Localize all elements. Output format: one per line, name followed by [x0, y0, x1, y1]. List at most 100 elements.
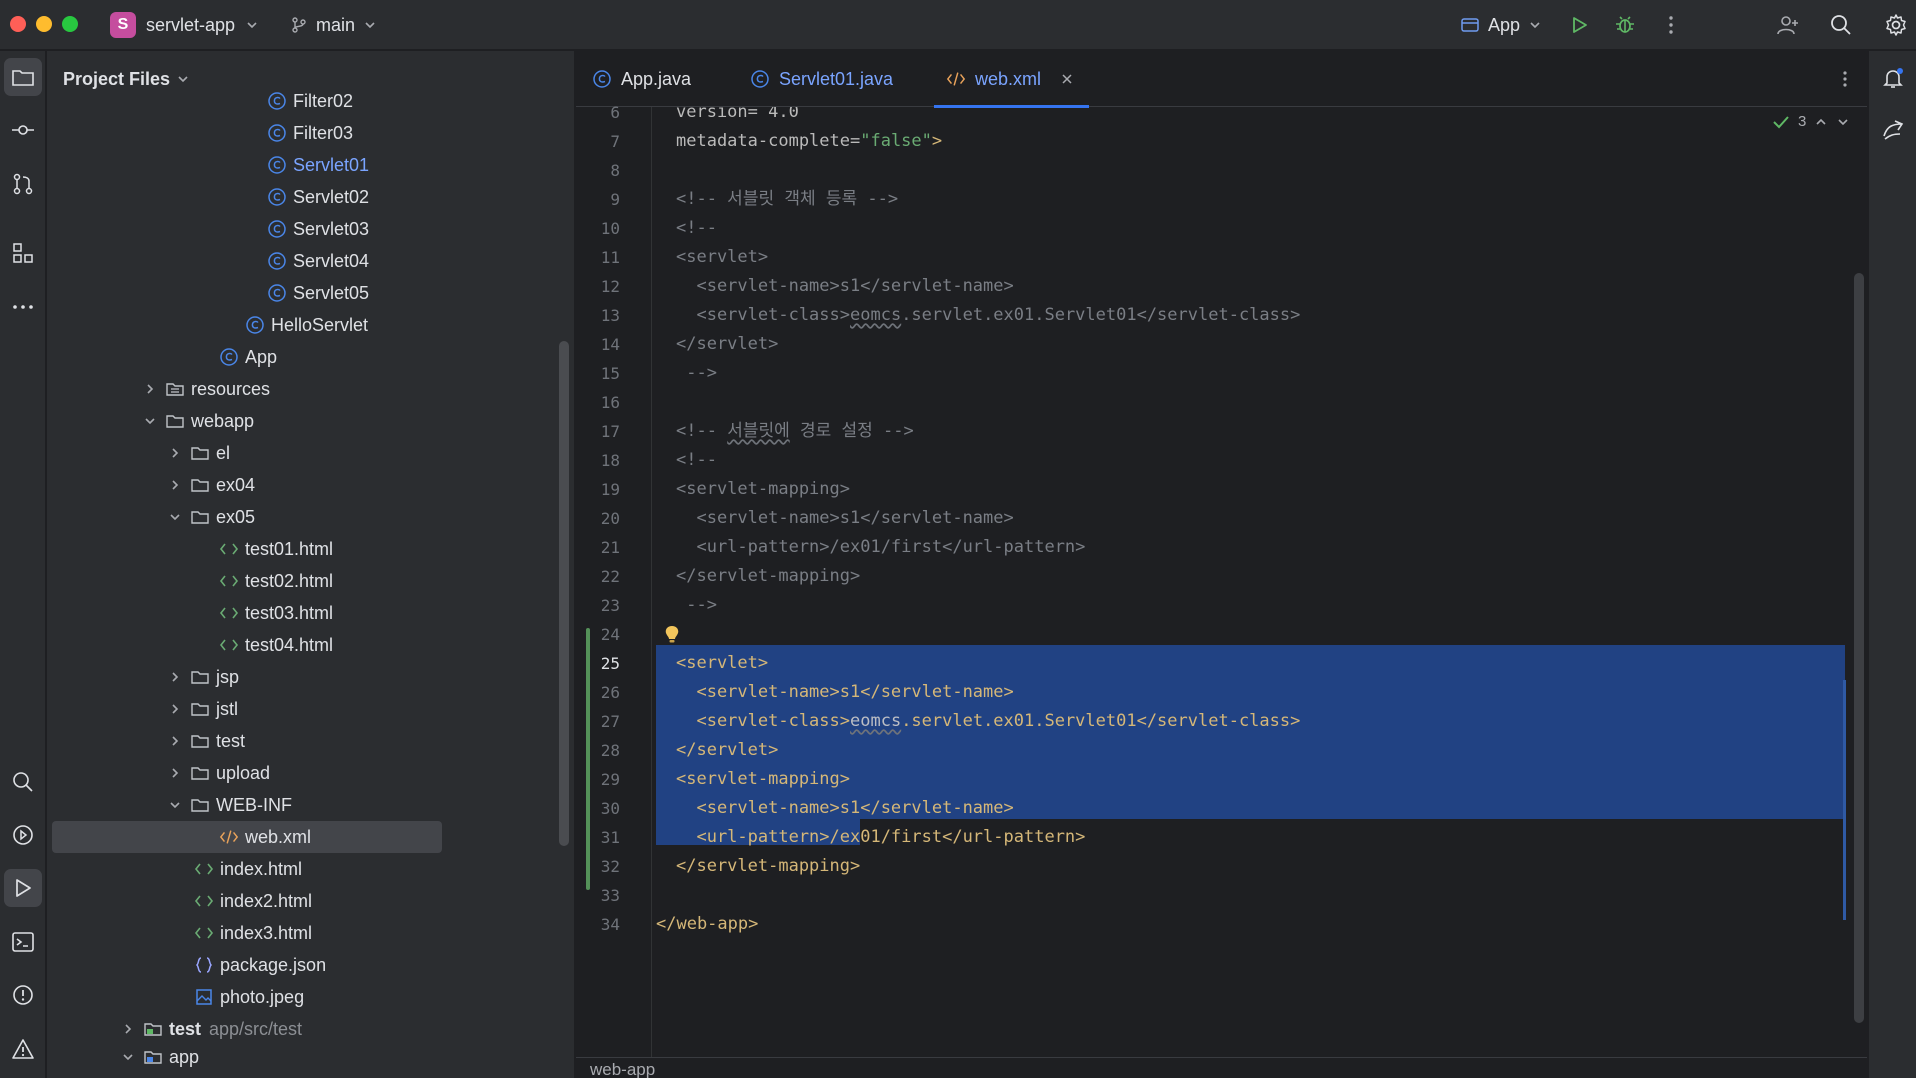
services-tool-button[interactable] — [4, 816, 42, 854]
chevron-right-icon[interactable] — [166, 732, 184, 750]
tree-item-test01-html[interactable]: test01.html — [47, 533, 333, 565]
project-tree-scrollbar[interactable] — [559, 341, 569, 846]
window-maximize-button[interactable] — [62, 16, 78, 32]
tree-item-index3-html[interactable]: index3.html — [47, 917, 312, 949]
line-number: 34 — [600, 915, 620, 934]
run-button[interactable] — [1565, 11, 1593, 39]
chevron-right-icon[interactable] — [166, 668, 184, 686]
debug-button[interactable] — [1611, 11, 1639, 39]
close-tab-button[interactable] — [1060, 72, 1074, 86]
commit-tool-button[interactable] — [4, 111, 42, 149]
chevron-right-icon[interactable] — [141, 380, 159, 398]
project-widget[interactable]: S servlet-app — [110, 10, 259, 40]
tree-item-index2-html[interactable]: index2.html — [47, 885, 312, 917]
editor-scrollbar[interactable] — [1854, 273, 1864, 1023]
tab-web-xml[interactable]: web.xml — [934, 51, 1089, 108]
tree-item-servlet01[interactable]: Servlet01 — [47, 149, 369, 181]
chevron-right-icon[interactable] — [166, 444, 184, 462]
tree-item-package-json[interactable]: package.json — [47, 949, 326, 981]
window-minimize-button[interactable] — [36, 16, 52, 32]
tree-item-servlet05[interactable]: Servlet05 — [47, 277, 369, 309]
tree-item-servlet02[interactable]: Servlet02 — [47, 181, 369, 213]
tree-item-label: resources — [191, 378, 271, 399]
tree-item-label: index2.html — [220, 890, 313, 911]
tree-item-ex05[interactable]: ex05 — [47, 501, 255, 533]
tree-item-photo-jpeg[interactable]: photo.jpeg — [47, 981, 304, 1013]
problems-tool-button[interactable] — [4, 976, 42, 1014]
code-line-28: </servlet> — [676, 740, 779, 760]
java-class-icon — [267, 219, 287, 239]
tree-item-el[interactable]: el — [47, 437, 230, 469]
line-number: 23 — [600, 596, 620, 615]
structure-tool-button[interactable] — [4, 234, 42, 272]
branch-widget[interactable]: main — [290, 10, 377, 40]
chevron-down-icon[interactable] — [1836, 115, 1850, 129]
tree-item-test04-html[interactable]: test04.html — [47, 629, 333, 661]
terminal-tool-button[interactable] — [4, 923, 42, 961]
run-tool-button[interactable] — [4, 869, 42, 907]
tree-item-web-xml[interactable]: web.xml — [52, 821, 442, 853]
chevron-right-icon[interactable] — [119, 1020, 137, 1038]
line-number: 26 — [600, 683, 620, 702]
inspection-count: 3 — [1798, 113, 1807, 130]
tree-item-app[interactable]: app — [47, 1041, 199, 1073]
find-tool-button[interactable] — [4, 763, 42, 801]
xml-file-icon — [946, 69, 966, 89]
chevron-right-icon[interactable] — [166, 476, 184, 494]
tree-item-label: Servlet02 — [293, 186, 370, 207]
tree-item-webapp[interactable]: webapp — [47, 405, 254, 437]
java-class-icon — [267, 283, 287, 303]
tree-item-servlet03[interactable]: Servlet03 — [47, 213, 369, 245]
java-class-icon — [267, 123, 287, 143]
pull-requests-tool-button[interactable] — [4, 165, 42, 203]
chevron-down-icon[interactable] — [166, 796, 184, 814]
tree-item-app[interactable]: App — [47, 341, 277, 373]
tree-item-label: test02.html — [245, 570, 334, 591]
code-line-26: <servlet-name>s1</servlet-name> — [676, 682, 1014, 702]
tree-item-test02-html[interactable]: test02.html — [47, 565, 333, 597]
vcs-change-marker[interactable] — [586, 628, 590, 890]
tree-item-jsp[interactable]: jsp — [47, 661, 239, 693]
notifications-button[interactable] — [1874, 59, 1912, 97]
more-tool-windows-button[interactable] — [4, 288, 42, 326]
tree-item-test03-html[interactable]: test03.html — [47, 597, 333, 629]
chevron-down-icon[interactable] — [166, 508, 184, 526]
lightbulb-icon[interactable] — [662, 624, 682, 646]
tab-options-button[interactable] — [1832, 65, 1858, 93]
tree-item-helloservlet[interactable]: HelloServlet — [47, 309, 368, 341]
tree-item-test[interactable]: test — [47, 725, 245, 757]
run-configuration-selector[interactable]: App — [1460, 10, 1542, 40]
chevron-right-icon[interactable] — [166, 700, 184, 718]
more-actions-button[interactable] — [1657, 11, 1685, 39]
tree-item-resources[interactable]: resources — [47, 373, 270, 405]
chevron-down-icon[interactable] — [119, 1048, 137, 1066]
code-with-me-button[interactable] — [1774, 11, 1802, 39]
settings-button[interactable] — [1882, 11, 1910, 39]
project-tool-button[interactable] — [4, 58, 42, 96]
tree-item-ex04[interactable]: ex04 — [47, 469, 255, 501]
code-line-20: <servlet-name>s1</servlet-name> — [676, 508, 1014, 528]
tree-item-filter03[interactable]: Filter03 — [47, 117, 353, 149]
line-number-gutter[interactable]: 6 7 8 9 10 11 12 13 14 15 16 17 18 19 20 21 22 23 24 25 26 27… — [576, 103, 652, 1057]
breadcrumb[interactable]: web-app — [590, 1060, 655, 1078]
inspection-widget[interactable]: 3 — [1772, 113, 1850, 130]
tab-servlet01-java[interactable]: Servlet01.java — [750, 51, 893, 107]
ai-assistant-button[interactable] — [1874, 111, 1912, 149]
window-close-button[interactable] — [10, 16, 26, 32]
tree-item-index-html[interactable]: index.html — [47, 853, 302, 885]
tree-item-filter02[interactable]: Filter02 — [47, 85, 353, 117]
line-number: 24 — [600, 625, 620, 644]
folder-icon — [190, 795, 210, 815]
tree-item-web-inf[interactable]: WEB-INF — [47, 789, 292, 821]
tree-item-servlet04[interactable]: Servlet04 — [47, 245, 369, 277]
warnings-tool-button[interactable] — [4, 1030, 42, 1068]
java-class-icon — [750, 69, 770, 89]
tree-item-jstl[interactable]: jstl — [47, 693, 238, 725]
add-user-icon — [1777, 16, 1798, 35]
search-everywhere-button[interactable] — [1827, 11, 1855, 39]
chevron-up-icon[interactable] — [1814, 115, 1828, 129]
tree-item-upload[interactable]: upload — [47, 757, 270, 789]
code-editor[interactable]: version= 4.0 metadata-complete="false"> … — [656, 107, 1846, 1057]
chevron-down-icon[interactable] — [141, 412, 159, 430]
chevron-right-icon[interactable] — [166, 764, 184, 782]
